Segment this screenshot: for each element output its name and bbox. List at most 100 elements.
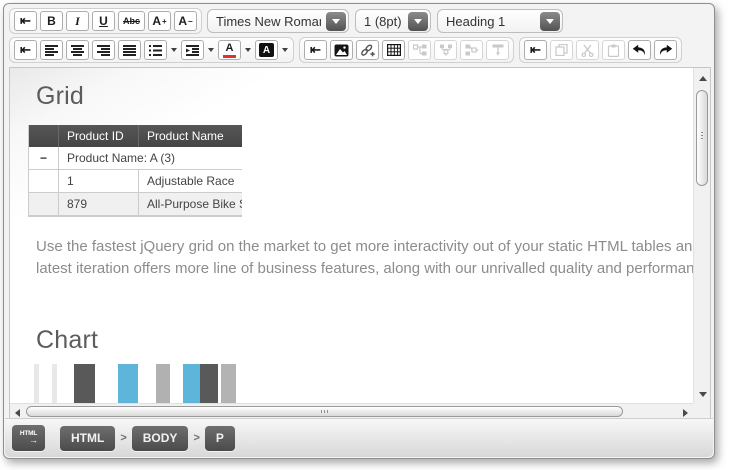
editor-content-area[interactable]: Grid Product ID Product Name − Product N… <box>9 67 711 420</box>
table-row: 1 Adjustable Race <box>29 170 242 193</box>
paragraph-tool-group: ⇤ <box>9 37 294 63</box>
chevron-down-icon[interactable] <box>540 12 560 31</box>
font-size-select[interactable]: 1 (8pt) <box>355 9 431 33</box>
add-row-below-icon <box>491 44 505 56</box>
scroll-up-icon[interactable] <box>699 76 707 81</box>
toolbar-drag-handle-icon[interactable]: ⇤ <box>524 40 547 60</box>
breadcrumb-item-html[interactable]: HTML <box>60 426 115 451</box>
thumb-grip-icon <box>321 410 329 413</box>
toolbar-drag-handle-icon[interactable]: ⇤ <box>14 40 37 60</box>
chart-bar <box>200 364 218 403</box>
group-row-label: Product Name: A (3) <box>59 147 242 169</box>
toolbar-row-2: ⇤ <box>9 37 687 63</box>
breadcrumb-separator: > <box>120 432 126 444</box>
chart-bar <box>52 364 57 403</box>
bullet-list-icon <box>149 45 162 56</box>
thumb-grip-icon <box>701 132 703 140</box>
list-options-caret-icon[interactable] <box>171 48 177 52</box>
align-left-button[interactable] <box>40 40 63 60</box>
element-path-bar: HTML → HTML > BODY > P <box>5 418 713 457</box>
chevron-down-icon[interactable] <box>408 12 428 31</box>
font-name-select[interactable]: Times New Roman <box>207 9 349 33</box>
justify-icon <box>123 45 136 56</box>
align-center-icon <box>71 45 84 56</box>
font-color-caret-icon[interactable] <box>245 48 251 52</box>
add-column-right-button[interactable] <box>460 40 483 60</box>
add-row-below-button[interactable] <box>486 40 509 60</box>
add-column-left-icon <box>413 44 427 56</box>
strikethrough-button[interactable]: Abc <box>123 16 140 26</box>
italic-button[interactable]: I <box>66 11 89 31</box>
scroll-down-icon[interactable] <box>699 392 707 397</box>
insert-image-button[interactable] <box>330 40 353 60</box>
redo-icon <box>658 44 673 56</box>
scroll-left-icon[interactable] <box>15 409 20 417</box>
body-paragraph: Use the fastest jQuery grid on the marke… <box>36 236 693 280</box>
add-row-above-button[interactable] <box>434 40 457 60</box>
add-column-left-button[interactable] <box>408 40 431 60</box>
decrease-font-button[interactable]: A− <box>174 11 197 31</box>
scissors-icon <box>581 44 594 57</box>
paste-button[interactable] <box>602 40 625 60</box>
chart-section-heading: Chart <box>36 326 98 355</box>
indent-icon <box>186 45 199 56</box>
redo-button[interactable] <box>654 40 677 60</box>
copy-button[interactable] <box>550 40 573 60</box>
indent-options-caret-icon[interactable] <box>208 48 214 52</box>
format-block-select[interactable]: Heading 1 <box>437 9 563 33</box>
screenshot-stage: ⇤ B I U Abc A+ A− Times New Roman 1 (8pt… <box>0 0 730 470</box>
collapse-group-icon[interactable]: − <box>29 147 59 169</box>
underline-button[interactable]: U <box>92 11 115 31</box>
clipboard-tool-group: ⇤ <box>519 37 682 63</box>
product-name-cell: Adjustable Race <box>139 170 242 192</box>
justify-button[interactable] <box>118 40 141 60</box>
breadcrumb-item-p[interactable]: P <box>205 426 235 451</box>
font-name-value: Times New Roman <box>216 14 321 29</box>
view-html-button[interactable]: HTML → <box>12 425 45 451</box>
grid-header-row: Product ID Product Name <box>29 125 242 147</box>
clipboard-icon <box>607 44 620 57</box>
horizontal-scrollbar[interactable] <box>10 403 693 419</box>
align-right-button[interactable] <box>92 40 115 60</box>
create-table-button[interactable] <box>382 40 405 60</box>
align-left-icon <box>45 45 58 56</box>
bold-button[interactable]: B <box>40 11 63 31</box>
unordered-list-button[interactable] <box>144 40 167 60</box>
toolbar-drag-handle-icon[interactable]: ⇤ <box>304 40 327 60</box>
background-color-button[interactable]: A <box>255 40 278 60</box>
scroll-right-icon[interactable] <box>683 409 688 417</box>
chart-bar <box>34 364 39 403</box>
horizontal-scroll-thumb[interactable] <box>26 406 623 417</box>
background-color-caret-icon[interactable] <box>282 48 288 52</box>
table-icon <box>387 44 401 56</box>
scrollbar-corner <box>693 403 710 419</box>
grid-column-header: Product Name <box>139 125 242 147</box>
chart-bar <box>118 364 138 403</box>
chart-bar <box>183 364 200 403</box>
align-center-button[interactable] <box>66 40 89 60</box>
background-color-icon: A <box>259 43 274 57</box>
chevron-down-icon[interactable] <box>326 12 346 31</box>
font-size-value: 1 (8pt) <box>364 14 403 29</box>
font-style-tool-group: ⇤ B I U Abc A+ A− <box>9 8 202 34</box>
insert-link-button[interactable] <box>356 40 379 60</box>
align-right-icon <box>97 45 110 56</box>
arrow-right-icon: → <box>29 436 38 445</box>
undo-button[interactable] <box>628 40 651 60</box>
grid-group-row: − Product Name: A (3) <box>29 147 242 170</box>
editor-canvas[interactable]: Grid Product ID Product Name − Product N… <box>10 68 693 403</box>
product-id-cell: 879 <box>59 193 139 215</box>
toolbar-drag-handle-icon[interactable]: ⇤ <box>14 11 37 31</box>
product-grid: Product ID Product Name − Product Name: … <box>28 125 242 217</box>
indent-button[interactable] <box>181 40 204 60</box>
vertical-scroll-thumb[interactable] <box>696 90 708 186</box>
increase-font-button[interactable]: A+ <box>148 11 171 31</box>
font-color-button[interactable]: A <box>218 40 241 60</box>
font-color-icon: A <box>223 43 236 58</box>
vertical-scrollbar[interactable] <box>693 68 710 403</box>
breadcrumb-item-body[interactable]: BODY <box>132 426 189 451</box>
add-row-above-icon <box>439 44 453 56</box>
link-icon <box>360 44 375 57</box>
chart-bar <box>74 364 95 403</box>
cut-button[interactable] <box>576 40 599 60</box>
